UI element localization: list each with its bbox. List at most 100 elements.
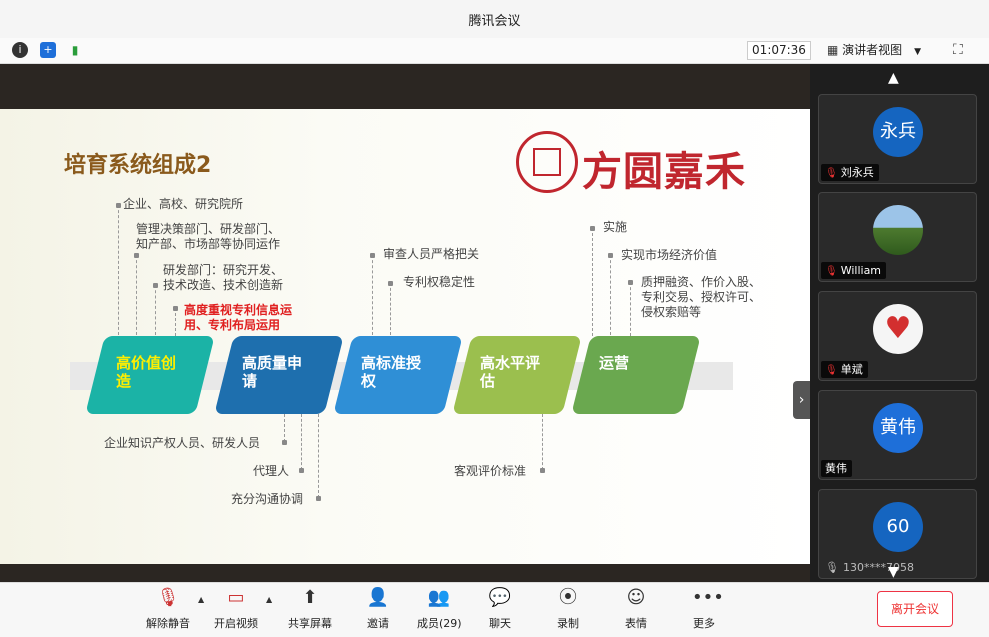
connector-line xyxy=(630,282,631,336)
connector-dot xyxy=(299,468,304,473)
note-top: 审查人员严格把关 xyxy=(383,247,480,261)
shield-icon[interactable]: + xyxy=(40,42,56,58)
avatar: ♥ xyxy=(873,304,923,354)
note-top: 研发部门：研究开发、 xyxy=(163,263,284,277)
participant-tile[interactable]: 🎙 William xyxy=(818,192,977,282)
chevron-right-icon: › xyxy=(798,392,805,408)
view-mode-dropdown[interactable]: ▦ 演讲者视图 ▼ xyxy=(827,41,935,60)
connector-dot xyxy=(608,253,613,258)
meeting-status-bar: i + ▮ 01:07:36 ▦ 演讲者视图 ▼ ⛶ xyxy=(0,38,989,64)
record-icon: ⦿ xyxy=(559,587,577,608)
connector-dot xyxy=(134,253,139,258)
meeting-timer: 01:07:36 xyxy=(747,41,811,60)
chat-button[interactable]: 💬 聊天 xyxy=(488,587,512,631)
chevron-down-icon: ▼ xyxy=(914,47,922,57)
note-top-highlight: 用、专利布局运用 xyxy=(184,318,281,332)
connector-dot xyxy=(316,496,321,501)
connector-dot xyxy=(282,440,287,445)
chat-icon: 💬 xyxy=(488,587,512,608)
window-titlebar: 腾讯会议 xyxy=(0,0,989,38)
note-top: 管理决策部门、研发部门、 xyxy=(136,222,281,236)
step-label: 高价值创造 xyxy=(116,354,177,390)
company-seal-logo xyxy=(516,131,578,193)
emoji-button[interactable]: ☺ 表情 xyxy=(624,587,648,631)
note-bottom: 企业知识产权人员、研发人员 xyxy=(104,436,261,450)
slide-title: 培育系统组成2 xyxy=(64,153,212,178)
connector-line xyxy=(175,308,176,336)
scroll-down-icon[interactable]: ▼ xyxy=(888,564,899,580)
mic-icon: 🎙 xyxy=(825,561,839,574)
signal-icon[interactable]: ▮ xyxy=(67,42,83,58)
avatar: 60 xyxy=(873,502,923,552)
share-screen-icon: ⬆ xyxy=(302,587,318,608)
note-top: 专利交易、授权许可、 xyxy=(641,290,762,304)
chevron-up-icon[interactable]: ▲ xyxy=(266,595,272,604)
connector-dot xyxy=(590,226,595,231)
record-button[interactable]: ⦿ 录制 xyxy=(556,587,580,631)
video-off-icon: ▭ xyxy=(227,587,245,608)
grid-icon: ▦ xyxy=(827,43,843,57)
participant-tile[interactable]: 黄伟 黄伟 xyxy=(818,390,977,480)
participant-name-label: 🎙 William xyxy=(821,262,887,279)
connector-line xyxy=(592,228,593,336)
connector-line xyxy=(390,283,391,335)
connector-line xyxy=(610,255,611,335)
note-bottom: 代理人 xyxy=(253,464,290,478)
users-icon: 👥 xyxy=(427,587,451,608)
collapse-panel-button[interactable]: › xyxy=(793,381,810,419)
participant-tile[interactable]: ♥ 🎙 单斌 xyxy=(818,291,977,381)
connector-dot xyxy=(540,468,545,473)
add-user-icon: 👤 xyxy=(366,587,390,608)
share-screen-button[interactable]: ⬆ 共享屏幕 xyxy=(287,587,333,631)
avatar: 黄伟 xyxy=(873,403,923,453)
smile-icon: ☺ xyxy=(626,587,646,608)
meeting-toolbar: 🎙 解除静音 ▲ ▭ 开启视频 ▲ ⬆ 共享屏幕 👤 邀请 👥 成员(29) 💬… xyxy=(0,582,989,637)
connector-line xyxy=(301,414,302,470)
start-video-button[interactable]: ▭ 开启视频 xyxy=(213,587,259,631)
connector-line xyxy=(318,414,319,498)
shared-screen-stage: 培育系统组成2 方圆嘉禾 企业、高校、研究院所 管理决策部门、研发部门、 知产部… xyxy=(0,64,810,623)
step-label: 高质量申请 xyxy=(242,354,303,390)
scroll-up-icon[interactable]: ▲ xyxy=(888,70,899,86)
mic-muted-icon: 🎙 xyxy=(825,365,838,376)
info-icon[interactable]: i xyxy=(12,42,28,58)
note-bottom: 客观评价标准 xyxy=(454,464,527,478)
note-top-highlight: 高度重视专利信息运 xyxy=(184,303,293,317)
step-label: 运营 xyxy=(599,354,630,372)
connector-dot xyxy=(370,253,375,258)
note-top: 企业、高校、研究院所 xyxy=(123,197,244,211)
participant-video-panel: ▲ 永兵 🎙 刘永兵 🎙 William ♥ 🎙 单斌 黄伟 黄伟 60 🎙 130**… xyxy=(810,64,989,582)
window-title: 腾讯会议 xyxy=(468,14,521,29)
note-top: 侵权索赔等 xyxy=(641,305,702,319)
connector-dot xyxy=(173,306,178,311)
connector-line xyxy=(284,414,285,442)
connector-dot xyxy=(153,283,158,288)
note-bottom: 充分沟通协调 xyxy=(231,492,304,506)
fullscreen-icon[interactable]: ⛶ xyxy=(953,42,969,58)
unmute-button[interactable]: 🎙 解除静音 xyxy=(146,587,190,631)
participant-name-label: 🎙 单斌 xyxy=(821,361,868,378)
chevron-up-icon[interactable]: ▲ xyxy=(198,595,204,604)
participant-tile[interactable]: 永兵 🎙 刘永兵 xyxy=(818,94,977,184)
note-top: 实施 xyxy=(603,220,628,234)
mic-off-icon: 🎙 xyxy=(156,587,180,608)
participant-name-label: 黄伟 xyxy=(821,460,852,477)
note-top: 实现市场经济价值 xyxy=(621,248,718,262)
avatar xyxy=(873,205,923,255)
leave-meeting-button[interactable]: 离开会议 xyxy=(877,591,953,627)
mic-muted-icon: 🎙 xyxy=(825,168,838,179)
note-top: 知产部、市场部等协同运作 xyxy=(136,237,281,251)
connector-dot xyxy=(388,281,393,286)
note-top: 技术改造、技术创造新 xyxy=(163,278,284,292)
members-button[interactable]: 👥 成员(29) xyxy=(417,587,462,631)
connector-dot xyxy=(116,203,121,208)
participant-name-label: 🎙 130****7058 xyxy=(825,561,914,574)
connector-line xyxy=(372,255,373,335)
presentation-slide: 培育系统组成2 方圆嘉禾 企业、高校、研究院所 管理决策部门、研发部门、 知产部… xyxy=(0,109,810,564)
invite-button[interactable]: 👤 邀请 xyxy=(366,587,390,631)
more-button[interactable]: ••• 更多 xyxy=(692,587,724,631)
company-logo-text: 方圆嘉禾 xyxy=(582,149,746,195)
connector-line xyxy=(542,414,543,470)
connector-line xyxy=(155,285,156,335)
more-icon: ••• xyxy=(692,587,724,608)
